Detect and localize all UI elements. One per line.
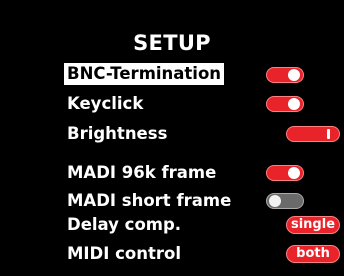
midi-control-value-button[interactable]: both [286,245,340,263]
setting-row-delay-comp[interactable]: Delay comp. single [64,213,340,237]
toggle-knob [269,195,281,207]
madi-96k-frame-toggle[interactable] [266,165,304,181]
setting-row-bnc-termination[interactable]: BNC-Termination [64,63,326,87]
brightness-slider[interactable] [286,126,340,142]
bnc-termination-toggle[interactable] [266,67,304,83]
toggle-knob [288,98,300,110]
setting-row-madi-short-frame[interactable]: MADI short frame [64,189,326,213]
brightness-level-marker [326,129,330,139]
setting-label-madi-short-frame: MADI short frame [67,191,232,210]
toggle-knob [288,69,300,81]
setting-row-madi-96k-frame[interactable]: MADI 96k frame [64,161,326,185]
page-title: SETUP [133,31,211,55]
keyclick-toggle[interactable] [266,96,304,112]
setting-label-madi-96k-frame: MADI 96k frame [67,163,217,182]
setting-label-bnc-termination: BNC-Termination [64,63,225,85]
setting-label-brightness: Brightness [67,124,168,143]
setting-row-keyclick[interactable]: Keyclick [64,92,326,116]
setting-label-keyclick: Keyclick [67,94,144,113]
setting-label-midi-control: MIDI control [67,244,182,263]
toggle-knob [288,167,300,179]
setting-row-brightness[interactable]: Brightness [64,122,340,146]
madi-short-frame-toggle[interactable] [266,193,304,209]
setting-label-delay-comp: Delay comp. [67,215,182,234]
setting-row-midi-control[interactable]: MIDI control both [64,242,340,266]
delay-comp-value-button[interactable]: single [286,216,340,234]
